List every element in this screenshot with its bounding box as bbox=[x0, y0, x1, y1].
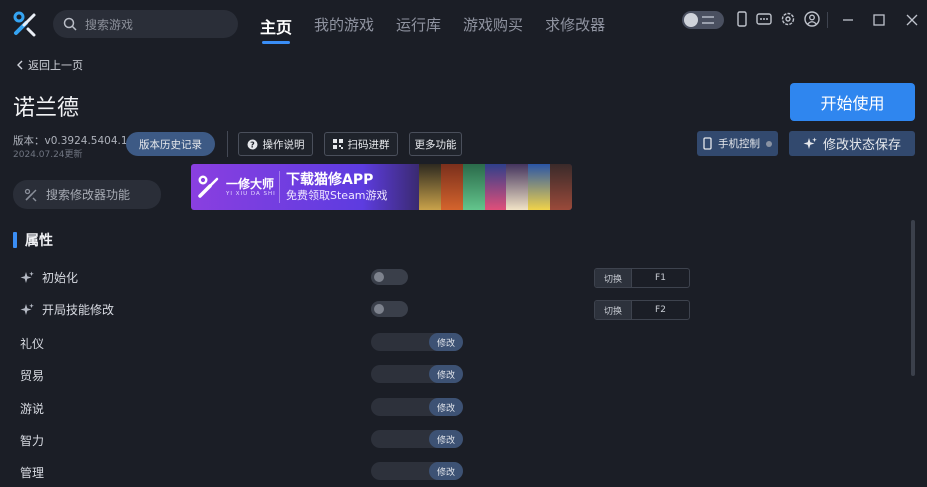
chevron-left-icon bbox=[17, 60, 23, 70]
phone-icon[interactable] bbox=[733, 10, 751, 28]
theme-toggle-icon[interactable] bbox=[682, 11, 724, 29]
maximize-icon[interactable] bbox=[867, 8, 891, 32]
settings-icon[interactable] bbox=[779, 10, 797, 28]
hotkey-switch-label: 切换 bbox=[595, 301, 632, 319]
tab-request-trainer[interactable]: 求修改器 bbox=[545, 14, 605, 35]
attribute-label: 礼仪 bbox=[20, 337, 45, 351]
attribute-input[interactable]: 修改 bbox=[371, 430, 463, 448]
start-button[interactable]: 开始使用 bbox=[790, 83, 915, 121]
tab-home[interactable]: 主页 bbox=[260, 14, 292, 44]
qr-code-icon bbox=[332, 139, 343, 149]
banner-text: 下载猫修APP 免费领取Steam游戏 bbox=[279, 171, 419, 203]
manual-label: 操作说明 bbox=[262, 138, 305, 151]
save-state-button[interactable]: 修改状态保存 bbox=[789, 131, 915, 156]
more-features-label: 更多功能 bbox=[414, 138, 457, 151]
qr-group-label: 扫码进群 bbox=[347, 138, 390, 151]
attribute-label: 游说 bbox=[20, 402, 45, 416]
option-label-skill: 开局技能修改 bbox=[42, 303, 115, 317]
attribute-label: 管理 bbox=[20, 466, 45, 480]
banner-brand: 一修大师 bbox=[226, 176, 275, 191]
status-dot-icon bbox=[766, 140, 772, 147]
section-header: 属性 bbox=[13, 230, 53, 250]
toggle-switch-init[interactable] bbox=[371, 269, 408, 285]
attribute-input[interactable]: 修改 bbox=[371, 333, 463, 351]
modify-button[interactable]: 修改 bbox=[429, 462, 463, 480]
minimize-icon[interactable] bbox=[836, 8, 860, 32]
modify-button[interactable]: 修改 bbox=[429, 333, 463, 351]
promo-banner[interactable]: 一修大师 YI XIU DA SHI 下载猫修APP 免费领取Steam游戏 bbox=[191, 164, 572, 210]
sparkle-icon bbox=[20, 271, 34, 283]
hotkey-key: F1 bbox=[655, 273, 666, 283]
attribute-input[interactable]: 修改 bbox=[371, 398, 463, 416]
toolbar-divider bbox=[227, 131, 228, 157]
main-nav: 主页 我的游戏 运行库 游戏购买 求修改器 bbox=[260, 14, 605, 44]
hotkey-init[interactable]: 切换 F1 bbox=[594, 268, 690, 288]
sparkle-icon bbox=[20, 303, 34, 315]
hotkey-switch-label: 切换 bbox=[595, 269, 632, 287]
banner-desc: 免费领取Steam游戏 bbox=[286, 189, 388, 202]
gamepad-icon[interactable] bbox=[755, 10, 773, 28]
toggle-switch-skill[interactable] bbox=[371, 301, 408, 317]
banner-characters-image bbox=[419, 164, 572, 210]
game-search-input[interactable]: 搜索游戏 bbox=[53, 10, 238, 38]
back-link[interactable]: 返回上一页 bbox=[16, 57, 83, 73]
user-icon[interactable] bbox=[803, 10, 821, 28]
wrench-logo-icon bbox=[198, 175, 219, 198]
search-placeholder: 搜索游戏 bbox=[85, 17, 134, 32]
back-label: 返回上一页 bbox=[28, 59, 83, 72]
game-title: 诺兰德 bbox=[13, 96, 80, 121]
modify-button[interactable]: 修改 bbox=[429, 398, 463, 416]
help-icon: ? bbox=[247, 139, 257, 149]
tools-icon bbox=[24, 188, 37, 201]
modify-button[interactable]: 修改 bbox=[429, 430, 463, 448]
qr-group-button[interactable]: 扫码进群 bbox=[324, 132, 398, 156]
manual-button[interactable]: ? 操作说明 bbox=[238, 132, 313, 156]
svg-text:?: ? bbox=[250, 140, 255, 149]
section-accent-bar bbox=[13, 232, 17, 248]
banner-logo: 一修大师 YI XIU DA SHI bbox=[191, 175, 279, 199]
tab-buy-games[interactable]: 游戏购买 bbox=[463, 14, 523, 35]
phone-control-button[interactable]: 手机控制 bbox=[697, 131, 778, 156]
option-label-init: 初始化 bbox=[42, 271, 79, 285]
version-history-button[interactable]: 版本历史记录 bbox=[126, 132, 215, 156]
trainer-search-input[interactable]: 搜索修改器功能 bbox=[13, 180, 161, 209]
attribute-label: 智力 bbox=[20, 434, 45, 448]
app-logo-icon[interactable] bbox=[12, 11, 38, 37]
trainer-search-placeholder: 搜索修改器功能 bbox=[46, 188, 131, 202]
attribute-label: 贸易 bbox=[20, 369, 45, 383]
hotkey-key: F2 bbox=[655, 305, 666, 315]
banner-brand-sub: YI XIU DA SHI bbox=[226, 190, 276, 197]
option-row-label: 开局技能修改 bbox=[20, 301, 114, 318]
close-icon[interactable] bbox=[900, 8, 924, 32]
sparkle-icon bbox=[803, 137, 817, 149]
section-title: 属性 bbox=[25, 233, 53, 249]
save-state-label: 修改状态保存 bbox=[822, 138, 901, 153]
scrollbar-thumb[interactable] bbox=[911, 220, 915, 376]
phone-icon bbox=[703, 137, 712, 150]
search-icon bbox=[63, 17, 77, 31]
modify-button[interactable]: 修改 bbox=[429, 365, 463, 383]
option-row-label: 初始化 bbox=[20, 269, 78, 286]
more-features-button[interactable]: 更多功能 bbox=[409, 132, 462, 156]
banner-title: 下载猫修APP bbox=[286, 172, 374, 188]
update-date: 2024.07.24更新 bbox=[13, 150, 83, 160]
tab-my-games[interactable]: 我的游戏 bbox=[314, 14, 374, 35]
attribute-input[interactable]: 修改 bbox=[371, 365, 463, 383]
attribute-input[interactable]: 修改 bbox=[371, 462, 463, 480]
topbar-divider bbox=[827, 12, 828, 28]
phone-control-label: 手机控制 bbox=[718, 138, 760, 150]
version-text: 版本：v0.3924.5404.1 bbox=[13, 135, 128, 147]
hotkey-skill[interactable]: 切换 F2 bbox=[594, 300, 690, 320]
tab-runtime[interactable]: 运行库 bbox=[396, 14, 441, 35]
